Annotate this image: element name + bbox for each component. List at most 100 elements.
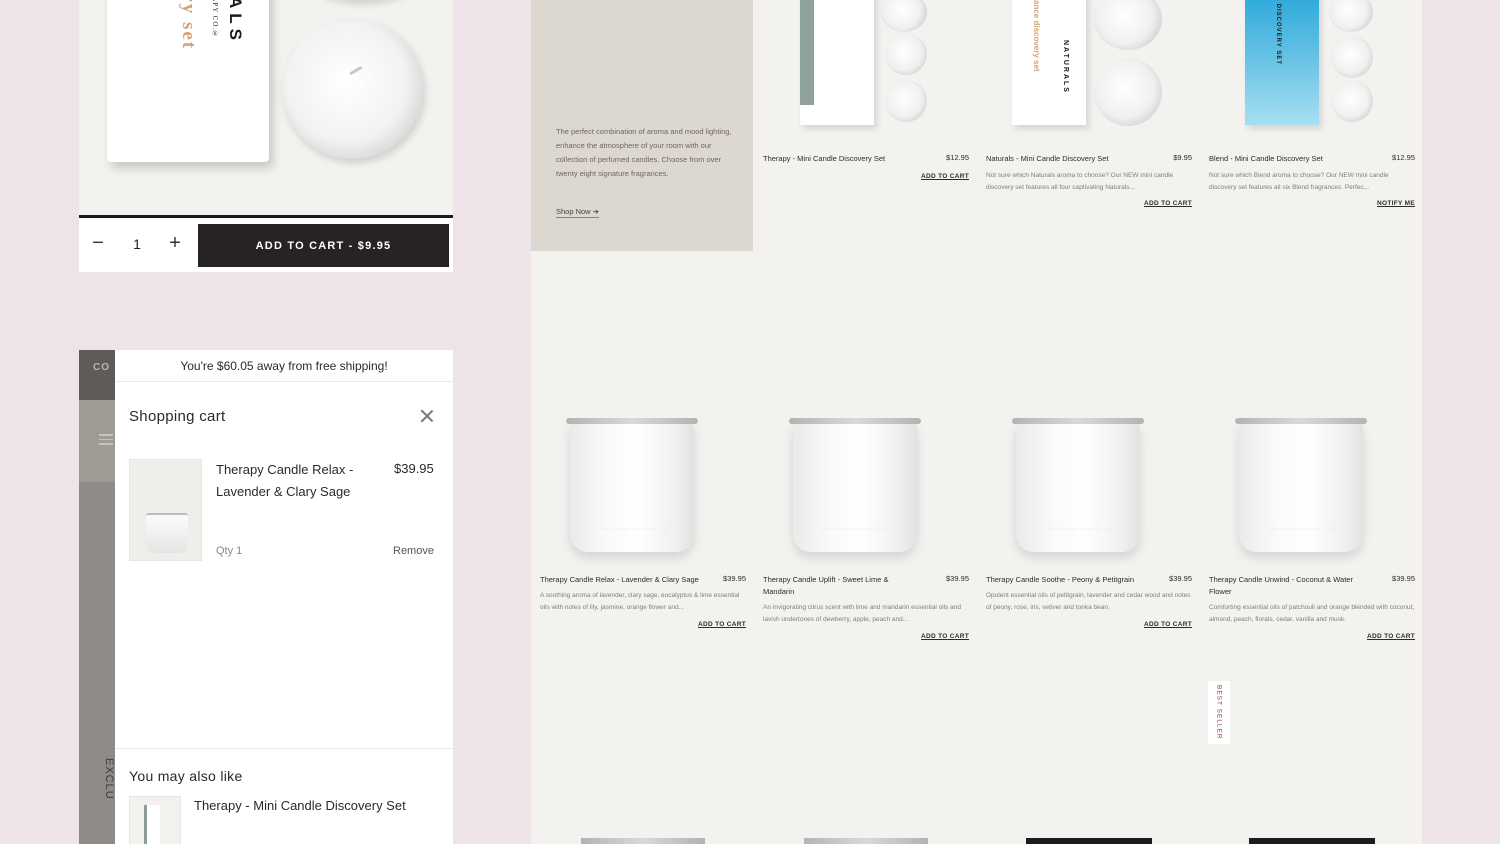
add-to-cart-link[interactable]: ADD TO CART bbox=[921, 633, 969, 640]
candle-wick bbox=[349, 65, 363, 76]
cart-item-name[interactable]: Therapy Candle Relax - Lavender & Clary … bbox=[216, 459, 386, 503]
mini-candle bbox=[283, 19, 423, 159]
product-image[interactable]: ANCE DISCOVERY SET bbox=[1209, 0, 1415, 145]
promo-tile: The perfect combination of aroma and moo… bbox=[531, 0, 753, 251]
candle-jar-image[interactable]: THE AROMATHERAPY CO. bbox=[562, 418, 702, 556]
jar-label: THE AROMATHERAPY CO. bbox=[1267, 526, 1339, 531]
next-row-product-image bbox=[804, 838, 928, 844]
product-name[interactable]: Therapy Candle Unwind - Coconut & Water … bbox=[1209, 574, 1374, 598]
product-image[interactable]: ance discovery set NATURALS bbox=[986, 0, 1192, 145]
candle-jar-rim bbox=[566, 418, 698, 424]
add-to-cart-link[interactable]: ADD TO CART bbox=[921, 173, 969, 180]
divider bbox=[115, 748, 453, 749]
box-text: scovery set bbox=[177, 0, 199, 50]
product-description: An invigorating citrus scent with lime a… bbox=[763, 604, 961, 623]
product-price: $12.95 bbox=[946, 153, 969, 162]
cart-item-image[interactable] bbox=[129, 459, 202, 561]
mini-candle bbox=[1094, 58, 1162, 126]
mini-candle bbox=[1329, 0, 1373, 32]
product-price: $39.95 bbox=[723, 574, 746, 583]
set-box-thumbnail bbox=[144, 805, 160, 844]
product-description: Opulent essential oils of petitgrain, la… bbox=[986, 592, 1191, 611]
next-row-product-image bbox=[1026, 838, 1152, 844]
product-card: scovery set HE AROMATHERAPY CO.® ATURALS… bbox=[79, 0, 453, 272]
background-header-text: CO bbox=[93, 362, 110, 373]
next-row-product-image bbox=[1249, 838, 1375, 844]
mini-candle bbox=[1331, 80, 1373, 122]
product-tile: Therapy - Mini Candle Discovery Set $12.… bbox=[763, 0, 969, 180]
recommendation-name[interactable]: Therapy - Mini Candle Discovery Set bbox=[194, 798, 406, 813]
product-name[interactable]: Blend - Mini Candle Discovery Set bbox=[1209, 153, 1369, 165]
product-tile: ANCE DISCOVERY SET Blend - Mini Candle D… bbox=[1209, 0, 1415, 207]
mini-candle bbox=[885, 33, 927, 75]
product-price: $12.95 bbox=[1392, 153, 1415, 162]
candle-thumbnail bbox=[146, 513, 188, 553]
set-box: ANCE DISCOVERY SET bbox=[1245, 0, 1319, 125]
box-subtitle: HE AROMATHERAPY CO.® bbox=[211, 0, 219, 39]
promo-text: The perfect combination of aroma and moo… bbox=[556, 127, 732, 178]
jar-label: THE AROMATHERAPY CO. bbox=[821, 526, 893, 531]
mini-candle bbox=[1094, 0, 1162, 50]
mini-candle bbox=[1331, 36, 1373, 78]
product-name[interactable]: Therapy Candle Uplift - Sweet Lime & Man… bbox=[763, 574, 913, 598]
add-to-cart-link[interactable]: ADD TO CART bbox=[1367, 633, 1415, 640]
quantity-value[interactable]: 1 bbox=[127, 236, 147, 252]
candle-jar bbox=[793, 422, 917, 552]
product-grid: The perfect combination of aroma and moo… bbox=[531, 0, 1422, 844]
mini-candle bbox=[881, 0, 927, 32]
free-shipping-banner: You're $60.05 away from free shipping! bbox=[115, 350, 453, 382]
candle-jar-rim bbox=[789, 418, 921, 424]
product-description: Not sure which Naturals aroma to choose?… bbox=[986, 172, 1174, 191]
shop-now-link[interactable]: Shop Now ➔ bbox=[556, 207, 599, 218]
discovery-set-box: scovery set HE AROMATHERAPY CO.® ATURALS bbox=[107, 0, 269, 162]
set-box bbox=[800, 0, 874, 125]
quantity-row: − 1 + ADD TO CART - $9.95 bbox=[79, 218, 453, 272]
cart-item-price: $39.95 bbox=[394, 461, 434, 476]
jar-label: THE AROMATHERAPY CO. bbox=[598, 526, 670, 531]
menu-icon bbox=[99, 434, 113, 448]
remove-item-button[interactable]: Remove bbox=[393, 545, 434, 557]
product-image: scovery set HE AROMATHERAPY CO.® ATURALS bbox=[79, 0, 453, 215]
cart-drawer: You're $60.05 away from free shipping! S… bbox=[115, 350, 453, 844]
candle-jar bbox=[1239, 422, 1363, 552]
decrease-quantity-button[interactable]: − bbox=[87, 232, 109, 254]
candle-jar-rim bbox=[1012, 418, 1144, 424]
jar-label: THE AROMATHERAPY CO. bbox=[1044, 526, 1116, 531]
product-image[interactable] bbox=[763, 0, 969, 145]
product-name[interactable]: Naturals - Mini Candle Discovery Set bbox=[986, 153, 1146, 165]
next-row-product-image bbox=[581, 838, 705, 844]
add-to-cart-button[interactable]: ADD TO CART - $9.95 bbox=[198, 224, 449, 267]
close-icon[interactable] bbox=[419, 408, 435, 424]
product-name[interactable]: Therapy Candle Soothe - Peony & Petitgra… bbox=[986, 574, 1161, 586]
product-price: $9.95 bbox=[1173, 153, 1192, 162]
candle-jar-image[interactable]: THE AROMATHERAPY CO. bbox=[1008, 418, 1148, 556]
increase-quantity-button[interactable]: + bbox=[164, 232, 186, 254]
product-name[interactable]: Therapy - Mini Candle Discovery Set bbox=[763, 153, 923, 165]
add-to-cart-link[interactable]: ADD TO CART bbox=[1144, 621, 1192, 628]
product-name[interactable]: Therapy Candle Relax - Lavender & Clary … bbox=[540, 574, 720, 586]
product-description: Not sure which Blend aroma to choose? Ou… bbox=[1209, 172, 1389, 191]
box-brand: ATURALS bbox=[225, 0, 245, 45]
recommendation-image[interactable] bbox=[129, 796, 181, 844]
product-description: Comforting essential oils of patchouli a… bbox=[1209, 604, 1415, 623]
add-to-cart-link[interactable]: ADD TO CART bbox=[1144, 200, 1192, 207]
product-description: A soothing aroma of lavender, clary sage… bbox=[540, 592, 740, 611]
candle-jar-image[interactable]: THE AROMATHERAPY CO. bbox=[1231, 418, 1371, 556]
cart-title: Shopping cart bbox=[129, 408, 226, 425]
product-price: $39.95 bbox=[946, 574, 969, 583]
candle-jar-image[interactable]: THE AROMATHERAPY CO. bbox=[785, 418, 925, 556]
candle-jar bbox=[570, 422, 694, 552]
mini-candle bbox=[885, 80, 927, 122]
cart-item-quantity: Qty 1 bbox=[216, 545, 243, 557]
candle-jar-rim bbox=[1235, 418, 1367, 424]
notify-me-link[interactable]: NOTIFY ME bbox=[1377, 200, 1415, 207]
add-to-cart-link[interactable]: ADD TO CART bbox=[698, 621, 746, 628]
product-tile: ance discovery set NATURALS Naturals - M… bbox=[986, 0, 1192, 207]
best-seller-badge: BEST SELLER bbox=[1208, 681, 1230, 744]
product-price: $39.95 bbox=[1169, 574, 1192, 583]
set-box: ance discovery set NATURALS bbox=[1012, 0, 1086, 125]
cart-overlay: CO ONLINE EXCLU You're $60.05 away from … bbox=[79, 350, 453, 844]
you-may-also-like-title: You may also like bbox=[129, 768, 243, 784]
candle-jar bbox=[1016, 422, 1140, 552]
product-price: $39.95 bbox=[1392, 574, 1415, 583]
